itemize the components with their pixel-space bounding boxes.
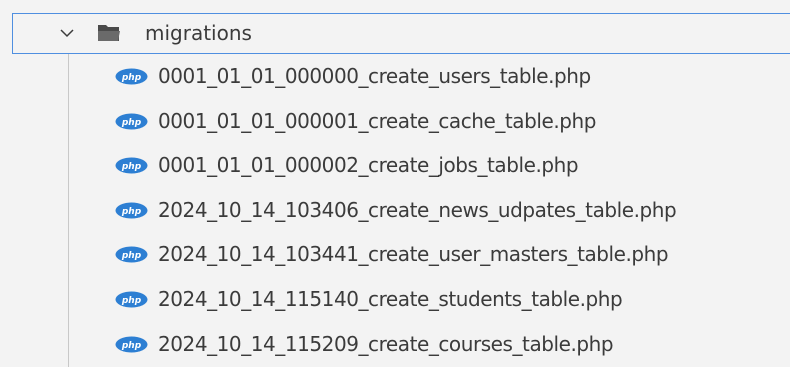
file-row[interactable]: php 2024_10_14_103406_create_news_udpate… [0,188,790,233]
folder-label: migrations [145,21,252,45]
php-file-icon: php [115,291,148,308]
php-file-icon: php [115,336,148,353]
svg-text:php: php [121,162,142,172]
file-label: 2024_10_14_103406_create_news_udpates_ta… [158,197,677,222]
php-file-icon: php [115,157,148,174]
svg-text:php: php [121,118,142,128]
file-row[interactable]: php 0001_01_01_000002_create_jobs_table.… [0,143,790,188]
file-row[interactable]: php 0001_01_01_000000_create_users_table… [0,54,790,99]
chevron-down-icon[interactable] [60,27,74,39]
php-file-icon: php [115,202,148,219]
file-label: 2024_10_14_115140_create_students_table.… [158,286,623,311]
file-label: 0001_01_01_000002_create_jobs_table.php [158,153,579,178]
file-label: 0001_01_01_000000_create_users_table.php [158,64,591,88]
file-row[interactable]: php 2024_10_14_115209_create_courses_tab… [0,322,790,367]
file-label: 2024_10_14_115209_create_courses_table.p… [158,331,614,356]
file-list: php 0001_01_01_000000_create_users_table… [0,54,790,366]
svg-text:php: php [121,296,142,306]
svg-text:php: php [121,207,142,217]
file-explorer: migrations php 0001_01_01_000000_create_… [0,0,790,367]
php-file-icon: php [115,246,148,263]
svg-text:php: php [121,73,142,83]
svg-text:php: php [121,341,142,351]
file-label: 2024_10_14_103441_create_user_masters_ta… [158,242,669,267]
file-label: 0001_01_01_000001_create_cache_table.php [158,108,596,133]
folder-row-migrations[interactable]: migrations [12,13,790,54]
file-row[interactable]: php 2024_10_14_115140_create_students_ta… [0,277,790,322]
php-file-icon: php [115,68,148,85]
file-row[interactable]: php 2024_10_14_103441_create_user_master… [0,232,790,277]
file-row[interactable]: php 0001_01_01_000001_create_cache_table… [0,99,790,144]
svg-text:php: php [121,251,142,261]
php-file-icon: php [115,113,148,130]
open-folder-icon [98,25,120,41]
